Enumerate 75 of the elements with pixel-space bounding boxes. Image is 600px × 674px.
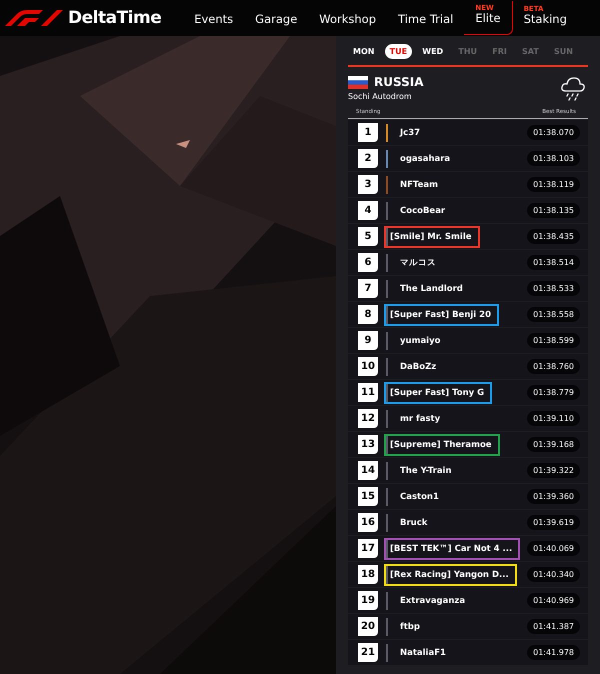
nav-link[interactable]: Events	[183, 2, 244, 34]
player-name: [Super Fast] Tony G	[384, 382, 492, 404]
day-tab[interactable]: MON	[348, 44, 380, 59]
day-tab[interactable]: TUE	[384, 44, 412, 59]
rank-badge: 9	[358, 331, 378, 350]
rank-badge: 14	[358, 461, 378, 480]
rank-badge: 17	[358, 539, 378, 558]
player-name: [Super Fast] Benji 20	[384, 304, 499, 326]
player-name: DaBoZz	[399, 360, 438, 374]
lap-time: 01:38.558	[527, 307, 580, 322]
lap-time: 01:39.168	[527, 437, 580, 452]
player-name: [BEST TEK™] Car Not 4 ...	[384, 538, 520, 560]
lap-time: 01:38.103	[527, 151, 580, 166]
player-name: [Rex Racing] Yangon D...	[384, 564, 517, 586]
lap-time: 01:38.119	[527, 177, 580, 192]
rank-badge: 10	[358, 357, 378, 376]
flag-icon	[348, 76, 368, 88]
lap-time: 01:39.110	[527, 411, 580, 426]
player-name: Caston1	[399, 490, 440, 504]
lap-time: 01:38.435	[527, 229, 580, 244]
player-name: Jc37	[398, 126, 422, 140]
player-name: The Landlord	[399, 282, 464, 296]
lap-time: 01:39.322	[527, 463, 580, 478]
rank-badge: 6	[358, 253, 378, 272]
player-name: [Supreme] Theramoe	[384, 434, 500, 456]
player-name: CocoBear	[399, 204, 446, 218]
rank-badge: 13	[358, 435, 378, 454]
lap-time: 01:38.760	[527, 359, 580, 374]
lap-time: 01:38.070	[527, 125, 580, 140]
lap-time: 01:40.069	[527, 541, 580, 556]
lap-time: 01:40.340	[527, 567, 580, 582]
player-name: ftbp	[399, 620, 421, 634]
rank-badge: 5	[358, 227, 378, 246]
lap-time: 01:39.619	[527, 515, 580, 530]
lap-time: 01:41.978	[527, 645, 580, 660]
rank-badge: 20	[358, 617, 378, 636]
player-name: mr fasty	[399, 412, 442, 426]
lap-time: 01:38.533	[527, 281, 580, 296]
rank-badge: 19	[358, 591, 378, 610]
rank-badge: 12	[358, 409, 378, 428]
player-name: Extravaganza	[399, 594, 466, 608]
nav-link[interactable]: Workshop	[308, 2, 388, 34]
rank-badge: 8	[358, 305, 378, 324]
rank-badge: 18	[358, 565, 378, 584]
lap-time: 01:40.969	[527, 593, 580, 608]
track-name: Sochi Autodrom	[348, 92, 413, 101]
nav-link[interactable]: Garage	[244, 2, 308, 34]
rank-badge: 2	[358, 149, 378, 168]
lap-time: 01:38.514	[527, 255, 580, 270]
lap-time: 01:39.360	[527, 489, 580, 504]
player-name: The Y-Train	[399, 464, 453, 478]
brand-name: DeltaTime	[68, 8, 162, 28]
rank-badge: 3	[358, 175, 378, 194]
player-name: Bruck	[399, 516, 428, 530]
rank-badge: 15	[358, 487, 378, 506]
player-name: yumaiyo	[399, 334, 442, 348]
rank-badge: 7	[358, 279, 378, 298]
lap-time: 01:41.387	[527, 619, 580, 634]
lap-time: 01:38.135	[527, 203, 580, 218]
rank-badge: 16	[358, 513, 378, 532]
nav-link[interactable]: Time Trial	[387, 2, 464, 34]
rank-badge: 4	[358, 201, 378, 220]
day-tab[interactable]: WED	[417, 44, 448, 59]
country-name: RUSSIA	[374, 75, 424, 89]
lap-time: 01:38.779	[527, 385, 580, 400]
player-name: ogasahara	[399, 152, 452, 166]
rank-badge: 1	[358, 123, 378, 142]
player-name: マルコス	[399, 256, 437, 270]
rain-cloud-icon	[560, 75, 586, 101]
rank-badge: 11	[358, 383, 378, 402]
player-name: [Smile] Mr. Smile	[384, 226, 480, 248]
player-name: NataliaF1	[399, 646, 447, 660]
lap-time: 01:38.599	[527, 333, 580, 348]
rank-badge: 21	[358, 643, 378, 662]
player-name: NFTeam	[399, 178, 439, 192]
